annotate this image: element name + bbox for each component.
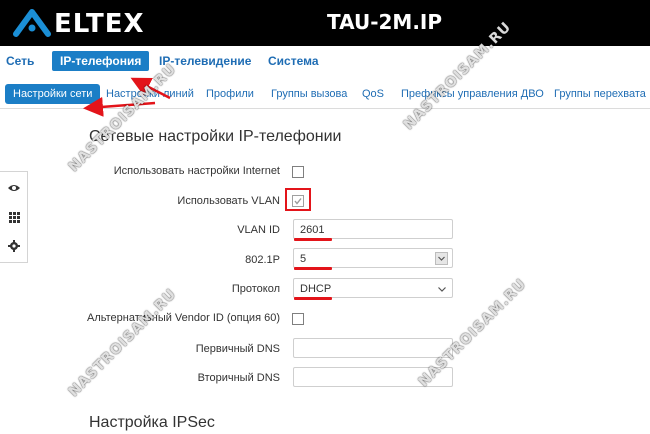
subtab-dvo-prefixes[interactable]: Префиксы управления ДВО	[401, 84, 544, 104]
protocol-underline	[294, 297, 332, 300]
chevron-down-icon	[435, 252, 448, 265]
dns2-label: Вторичный DNS	[197, 372, 280, 384]
tab-ip-television[interactable]: IP-телевидение	[159, 51, 251, 71]
use-internet-label: Использовать настройки Internet	[113, 165, 280, 177]
subtab-qos[interactable]: QoS	[362, 84, 384, 104]
use-internet-checkbox[interactable]	[292, 166, 304, 178]
subtab-profiles[interactable]: Профили	[206, 84, 254, 104]
eltex-logo: ELTEX	[12, 8, 172, 38]
logo-text: ELTEX	[54, 9, 145, 39]
eye-icon[interactable]	[5, 179, 23, 197]
device-title: TAU-2M.IP	[327, 10, 443, 34]
subtab-network-settings[interactable]: Настройки сети	[5, 84, 101, 104]
dns1-label: Первичный DNS	[195, 343, 280, 355]
vlan-id-input[interactable]: 2601	[293, 219, 453, 239]
section-title: Сетевые настройки IP-телефонии	[89, 128, 342, 145]
tab-network[interactable]: Сеть	[6, 51, 34, 71]
priority-label: 802.1P	[245, 254, 280, 266]
use-vlan-label: Использовать VLAN	[177, 195, 280, 207]
protocol-select[interactable]: DHCP	[293, 278, 453, 298]
protocol-label: Протокол	[231, 283, 280, 295]
dns1-input[interactable]	[293, 338, 453, 358]
vendor-id-checkbox[interactable]	[292, 313, 304, 325]
subtab-pickup-groups[interactable]: Группы перехвата	[554, 84, 646, 104]
side-toolbar	[0, 171, 28, 263]
subtab-line-settings[interactable]: Настройки линий	[106, 84, 194, 104]
chevron-down-icon	[436, 283, 448, 295]
priority-value: 5	[300, 253, 307, 265]
tab-ip-telephony[interactable]: IP-телефония	[52, 51, 150, 71]
protocol-value: DHCP	[300, 283, 332, 295]
grid-icon[interactable]	[5, 208, 23, 226]
vlan-id-label: VLAN ID	[237, 224, 280, 236]
priority-select[interactable]: 5	[293, 248, 453, 268]
vlan-id-value: 2601	[300, 224, 325, 236]
dns2-input[interactable]	[293, 367, 453, 387]
vlan-highlight	[285, 188, 311, 211]
ipsec-section-title: Настройка IPSec	[89, 414, 215, 431]
priority-underline	[294, 267, 332, 270]
logo-mark-icon	[13, 9, 51, 37]
vlan-id-underline	[294, 238, 332, 241]
gear-icon[interactable]	[5, 237, 23, 255]
vendor-id-label: Альтернативный Vendor ID (опция 60)	[86, 312, 280, 324]
app-header: ELTEX TAU-2M.IP	[0, 0, 650, 46]
subtab-call-groups[interactable]: Группы вызова	[271, 84, 347, 104]
tab-system[interactable]: Система	[268, 51, 319, 71]
